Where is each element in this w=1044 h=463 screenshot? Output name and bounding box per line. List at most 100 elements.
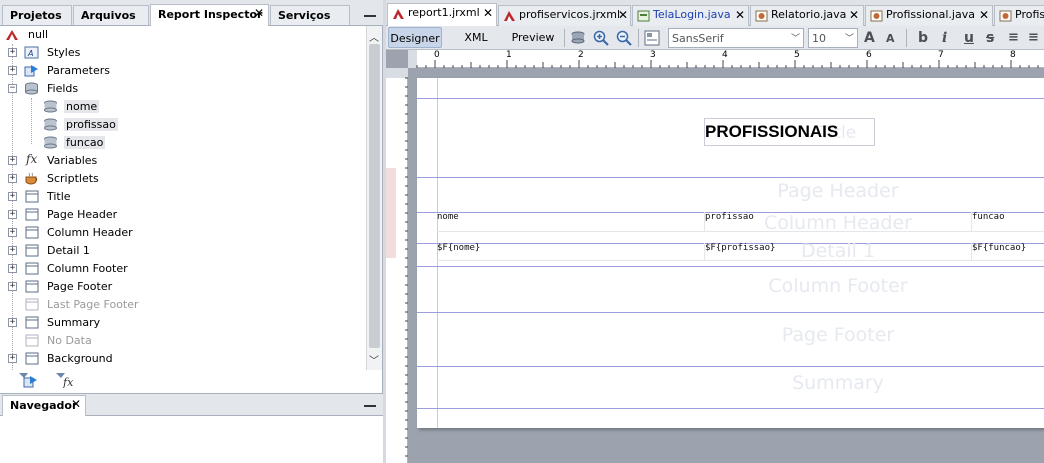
column-header-nome[interactable]: nome	[437, 212, 704, 232]
expand-icon[interactable]: +	[8, 210, 17, 219]
tab-label: Profissional.java	[886, 8, 975, 21]
expand-icon[interactable]: +	[8, 318, 17, 327]
expand-icon[interactable]: +	[8, 174, 17, 183]
collapse-icon[interactable]: −	[8, 84, 17, 93]
tab-profiservicos-jrxml[interactable]: profiservicos.jrxml ✕	[498, 5, 631, 26]
minimize-icon[interactable]	[364, 405, 376, 407]
minimize-icon[interactable]	[364, 15, 376, 17]
close-icon[interactable]: ✕	[735, 8, 745, 22]
italic-icon[interactable]: i	[942, 30, 947, 46]
column-header-funcao[interactable]: funcao	[971, 212, 1044, 232]
close-icon[interactable]: ✕	[71, 397, 81, 411]
report-properties-icon[interactable]	[644, 30, 660, 46]
tree-item-column-header[interactable]: + Column Header	[0, 224, 366, 242]
expand-icon[interactable]: +	[8, 156, 17, 165]
tree-item-label: profissao	[64, 118, 118, 131]
tab-servicos[interactable]: Serviços	[270, 5, 350, 25]
tab-report-inspector[interactable]: Report Inspector ✕	[150, 4, 269, 26]
scroll-up-icon[interactable]: ︿	[366, 29, 382, 44]
expand-icon[interactable]: +	[8, 282, 17, 291]
tree-item-no-data[interactable]: No Data	[0, 332, 366, 350]
tree-item-page-header[interactable]: + Page Header	[0, 206, 366, 224]
expand-icon[interactable]: +	[8, 66, 17, 75]
font-size-select[interactable]: 10 ﹀	[808, 28, 858, 48]
close-icon[interactable]: ✕	[979, 8, 989, 22]
tree-item-background[interactable]: + Background	[0, 350, 366, 368]
designer-toolbar: Designer XML Preview SansSerif ﹀ 10 ﹀ A A …	[386, 26, 1044, 50]
tree-item-label: Scriptlets	[47, 172, 99, 185]
expand-icon[interactable]: +	[8, 228, 17, 237]
tree-item-label: Parameters	[47, 64, 110, 77]
tree-item-page-footer[interactable]: + Page Footer	[0, 278, 366, 296]
close-icon[interactable]: ✕	[618, 8, 628, 22]
report-page[interactable]: Title PROFISSIONAIS Page Header Column H…	[417, 78, 1044, 428]
close-icon[interactable]: ✕	[254, 6, 264, 20]
xml-mode-button[interactable]: XML	[456, 27, 496, 48]
field-icon	[44, 100, 57, 113]
preview-mode-button[interactable]: Preview	[508, 27, 558, 48]
tree-item-field-profissao[interactable]: profissao	[0, 116, 366, 134]
detail-field-profissao[interactable]: $F{profissao}	[704, 243, 971, 261]
tree-item-summary[interactable]: + Summary	[0, 314, 366, 332]
detail-field-nome[interactable]: $F{nome}	[437, 243, 704, 261]
tab-telalogin-java[interactable]: TelaLogin.java ✕	[632, 5, 749, 26]
tab-projetos[interactable]: Projetos	[2, 5, 72, 25]
tab-profis-truncated[interactable]: Profis	[994, 5, 1044, 26]
report-editor: report1.jrxml ✕ profiservicos.jrxml ✕ Te…	[386, 0, 1044, 463]
tab-label: report1.jrxml	[408, 6, 480, 19]
align-center-icon[interactable]: ≡	[1028, 30, 1039, 45]
tab-report1-jrxml[interactable]: report1.jrxml ✕	[387, 3, 497, 26]
align-left-icon[interactable]: ≡	[1008, 30, 1019, 45]
font-name-select[interactable]: SansSerif ﹀	[668, 28, 804, 48]
tree-item-last-page-footer[interactable]: Last Page Footer	[0, 296, 366, 314]
tree-item-styles[interactable]: + A Styles	[0, 44, 366, 62]
tree-item-parameters[interactable]: + Parameters	[0, 62, 366, 80]
tree-item-column-footer[interactable]: + Column Footer	[0, 260, 366, 278]
ruler-label: 0	[434, 50, 440, 60]
title-static-text[interactable]: PROFISSIONAIS	[704, 118, 875, 146]
zoom-out-icon[interactable]	[616, 30, 632, 46]
bold-icon[interactable]: b	[918, 30, 928, 46]
expand-icon[interactable]: +	[8, 354, 17, 363]
tree-item-detail-1[interactable]: + Detail 1	[0, 242, 366, 260]
underline-icon[interactable]: u	[964, 30, 974, 46]
close-icon[interactable]: ✕	[849, 8, 859, 22]
ruler-label: 4	[722, 50, 728, 60]
expand-icon[interactable]: +	[8, 48, 17, 57]
add-variable-icon[interactable]: fx	[55, 372, 75, 388]
tree-item-title[interactable]: + Title	[0, 188, 366, 206]
tree-root[interactable]: null	[0, 26, 366, 44]
increase-font-icon[interactable]: A	[864, 30, 875, 46]
fields-icon	[25, 82, 38, 95]
tab-label: Navegador	[10, 399, 78, 412]
tab-navegador[interactable]: Navegador ✕	[2, 395, 86, 416]
tree-item-variables[interactable]: + fx Variables	[0, 152, 366, 170]
strikethrough-icon[interactable]: s	[986, 30, 994, 46]
tree-item-field-nome[interactable]: nome	[0, 98, 366, 116]
designer-mode-button[interactable]: Designer	[388, 27, 442, 48]
add-parameter-icon[interactable]	[18, 372, 38, 388]
tree-item-label: Fields	[47, 82, 79, 95]
close-icon[interactable]: ✕	[483, 6, 493, 20]
expand-icon[interactable]: +	[8, 192, 17, 201]
band-icon	[25, 190, 39, 203]
tree-item-fields[interactable]: − Fields	[0, 80, 366, 98]
decrease-font-icon[interactable]: A	[886, 32, 895, 45]
tab-relatorio-java[interactable]: Relatorio.java ✕	[750, 5, 864, 26]
column-header-profissao[interactable]: profissao	[704, 212, 971, 232]
tree-item-field-funcao[interactable]: funcao	[0, 134, 366, 152]
scroll-down-icon[interactable]: ﹀	[366, 352, 382, 367]
page-footer-band-label: Page Footer	[781, 324, 895, 346]
tab-label: Serviços	[278, 9, 331, 22]
zoom-in-icon[interactable]	[593, 30, 609, 46]
expand-icon[interactable]: +	[8, 264, 17, 273]
tab-profissional-java[interactable]: Profissional.java ✕	[865, 5, 993, 26]
chevron-down-icon: ﹀	[790, 34, 800, 44]
tree-item-label: Page Header	[47, 208, 118, 221]
expand-icon[interactable]: +	[8, 246, 17, 255]
detail-field-funcao[interactable]: $F{funcao}	[971, 243, 1044, 261]
tab-arquivos[interactable]: Arquivos	[73, 5, 149, 25]
scrollbar-thumb[interactable]	[369, 44, 380, 348]
database-zoom-icon[interactable]	[570, 30, 586, 46]
tree-item-scriptlets[interactable]: + Scriptlets	[0, 170, 366, 188]
